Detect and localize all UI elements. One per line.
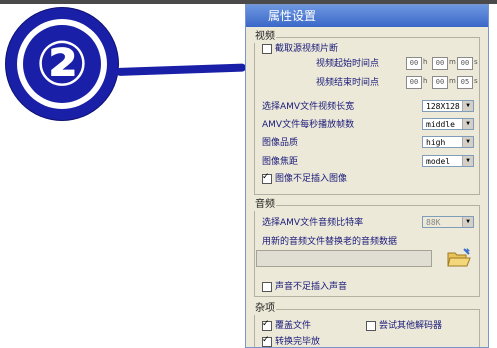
end-minute-field[interactable]: 00 [432, 76, 448, 89]
quality-value: high [426, 138, 446, 147]
no-fill-audio-label: 声音不足插入声音 [275, 282, 348, 292]
fps-label: AMV文件每秒播放帧数 [262, 120, 355, 130]
bitrate-label: 选择AMV文件音频比特率 [262, 218, 364, 228]
overwrite-option[interactable]: 覆盖文件 [262, 318, 312, 332]
quality-select[interactable]: high ▼ [422, 136, 474, 148]
end-hour-field[interactable]: 00 [406, 76, 422, 89]
chevron-down-icon[interactable]: ▼ [462, 119, 473, 129]
no-fill-image-checkbox[interactable] [262, 171, 272, 184]
unit-m-label: m [449, 58, 456, 66]
dialog-titlebar[interactable]: 属性设置 [246, 5, 488, 27]
replace-audio-path-input[interactable] [256, 250, 432, 267]
no-fill-image-option[interactable]: 图像不足插入图像 [262, 171, 348, 185]
no-fill-image-label: 图像不足插入图像 [275, 174, 348, 184]
chevron-down-icon[interactable]: ▼ [462, 101, 473, 111]
replace-audio-label: 用新的音频文件替换老的音频数据 [262, 237, 398, 247]
unit-s-label: s [474, 58, 478, 66]
end-time-label: 视频结束时间点 [316, 78, 380, 88]
start-hour-field[interactable]: 00 [406, 57, 422, 70]
quality-label: 图像品质 [262, 138, 299, 148]
audio-group-label: 音频 [254, 199, 276, 211]
focus-label: 图像焦距 [262, 157, 299, 167]
try-decoder-label: 尝试其他解码器 [379, 321, 443, 331]
convert-done-label: 转换完毕放 [275, 337, 321, 347]
misc-group-label: 杂项 [254, 303, 276, 315]
overwrite-label: 覆盖文件 [275, 321, 312, 331]
cut-source-checkbox[interactable] [262, 43, 272, 54]
video-size-value: 128X128 [426, 102, 460, 111]
open-folder-icon[interactable] [446, 247, 472, 269]
dialog-title: 属性设置 [268, 9, 317, 23]
start-second-field[interactable]: 00 [457, 57, 473, 70]
step-marker: ② [6, 8, 118, 120]
unit-s-label: s [474, 77, 478, 85]
convert-done-option[interactable]: 转换完毕放 [262, 334, 321, 347]
overwrite-checkbox[interactable] [262, 318, 272, 331]
bitrate-select[interactable]: 88K ▼ [422, 216, 474, 228]
convert-done-checkbox[interactable] [262, 334, 272, 347]
focus-value: model [426, 157, 451, 166]
no-fill-audio-option[interactable]: 声音不足插入声音 [262, 281, 347, 293]
try-decoder-checkbox[interactable] [366, 320, 376, 331]
focus-select[interactable]: model ▼ [422, 155, 474, 167]
chevron-down-icon[interactable]: ▼ [462, 156, 473, 166]
chevron-down-icon[interactable]: ▼ [462, 217, 473, 227]
callout-pointer [115, 63, 247, 76]
video-size-select[interactable]: 128X128 ▼ [422, 100, 474, 112]
unit-h-label: h [423, 58, 428, 66]
chevron-down-icon[interactable]: ▼ [462, 137, 473, 147]
fps-value: middle [426, 120, 455, 129]
cut-source-option[interactable]: 截取源视频片断 [262, 43, 338, 55]
step-number: ② [23, 25, 101, 103]
try-decoder-option[interactable]: 尝试其他解码器 [366, 320, 442, 332]
start-minute-field[interactable]: 00 [432, 57, 448, 70]
unit-m-label: m [449, 77, 456, 85]
start-time-label: 视频起始时间点 [316, 59, 380, 69]
properties-dialog: 属性设置 视频 截取源视频片断 视频起始时间点 00 h 00 m 00 s 视… [245, 4, 489, 348]
bitrate-value: 88K [426, 218, 441, 227]
video-size-label: 选择AMV文件视频长宽 [262, 102, 355, 112]
no-fill-audio-checkbox[interactable] [262, 281, 272, 292]
video-group-label: 视频 [254, 31, 276, 43]
fps-select[interactable]: middle ▼ [422, 118, 474, 130]
end-second-field[interactable]: 05 [457, 76, 473, 89]
cut-source-label: 截取源视频片断 [275, 44, 339, 54]
unit-h-label: h [423, 77, 428, 85]
